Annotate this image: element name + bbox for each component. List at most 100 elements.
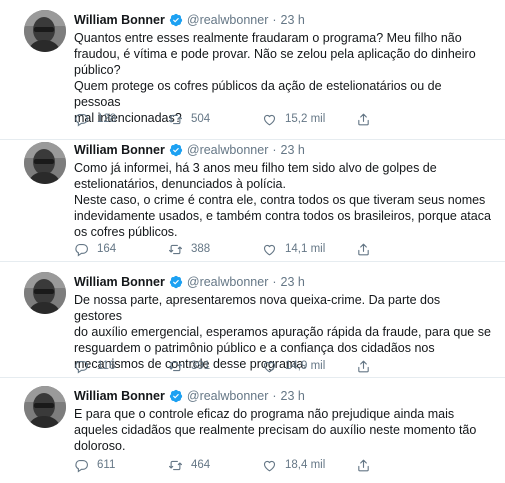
like-count: 14,1 mil — [285, 243, 326, 255]
reply-count: 611 — [97, 459, 116, 471]
tweet[interactable]: William Bonner @realwbonner · 23 h Como já i… — [0, 140, 505, 262]
tweet[interactable]: William Bonner @realwbonner · 23 h De nossa … — [0, 262, 505, 378]
heart-icon — [262, 458, 285, 473]
tweet-text-line: Quantos entre esses realmente fraudaram … — [74, 31, 462, 45]
separator-dot: · — [272, 275, 277, 289]
share-button[interactable] — [356, 242, 376, 257]
verified-badge-icon — [169, 389, 183, 403]
author-handle[interactable]: @realwbonner — [187, 143, 268, 157]
reply-icon — [74, 359, 97, 374]
tweet-header: William Bonner @realwbonner · 23 h — [74, 386, 491, 406]
heart-icon — [262, 112, 285, 127]
reply-icon — [74, 458, 97, 473]
retweet-button[interactable]: 504 — [168, 112, 262, 127]
heart-icon — [262, 242, 285, 257]
retweet-button[interactable]: 464 — [168, 458, 262, 473]
retweet-icon — [168, 458, 191, 473]
retweet-count: 504 — [191, 113, 211, 125]
tweet-header: William Bonner @realwbonner · 23 h — [74, 272, 491, 292]
avatar[interactable] — [24, 272, 66, 314]
retweet-button[interactable]: 388 — [168, 242, 262, 257]
tweet-text-line: Neste caso, o crime é contra ele, contra… — [74, 193, 486, 207]
retweet-button[interactable]: 391 — [168, 359, 262, 374]
retweet-icon — [168, 359, 191, 374]
tweet[interactable]: William Bonner @realwbonner · 23 h E para qu… — [0, 378, 505, 483]
timestamp[interactable]: 23 h — [281, 275, 305, 289]
share-button[interactable] — [356, 359, 376, 374]
tweet-actions: 164 388 14,1 mil — [74, 240, 376, 258]
reply-count: 116 — [97, 360, 116, 372]
tweet-text-line: doloroso. — [74, 439, 126, 453]
like-button[interactable]: 14,9 mil — [262, 359, 356, 374]
tweet-text-line: Como já informei, há 3 anos meu filho te… — [74, 161, 437, 175]
tweet-text-line: do auxílio emergencial, esperamos apuraç… — [74, 325, 491, 339]
reply-button[interactable]: 164 — [74, 242, 168, 257]
avatar[interactable] — [24, 10, 66, 52]
verified-badge-icon — [169, 143, 183, 157]
share-button[interactable] — [356, 112, 376, 127]
avatar[interactable] — [24, 386, 66, 428]
tweet-text: Como já informei, há 3 anos meu filho te… — [74, 160, 491, 240]
reply-button[interactable]: 128 — [74, 112, 168, 127]
author-name[interactable]: William Bonner — [74, 143, 165, 157]
like-button[interactable]: 14,1 mil — [262, 242, 356, 257]
like-count: 14,9 mil — [285, 360, 326, 372]
tweet-thread: William Bonner @realwbonner · 23 h Quantos e… — [0, 0, 505, 483]
avatar[interactable] — [24, 142, 66, 184]
tweet-text-line: fraudou, é vítima e pode provar. Não se … — [74, 47, 476, 61]
reply-icon — [74, 242, 97, 257]
separator-dot: · — [272, 143, 277, 157]
tweet-header: William Bonner @realwbonner · 23 h — [74, 140, 491, 160]
retweet-count: 388 — [191, 243, 211, 255]
verified-badge-icon — [169, 275, 183, 289]
author-name[interactable]: William Bonner — [74, 275, 165, 289]
tweet-actions: 611 464 18,4 mil — [74, 456, 376, 474]
share-icon — [356, 112, 379, 127]
author-name[interactable]: William Bonner — [74, 389, 165, 403]
retweet-count: 391 — [191, 360, 211, 372]
tweet-content: William Bonner @realwbonner · 23 h Quantos e… — [74, 10, 491, 126]
tweet-text-line: resguardem o patrimônio público e a conf… — [74, 341, 435, 355]
heart-icon — [262, 359, 285, 374]
share-icon — [356, 359, 379, 374]
tweet-actions: 128 504 15,2 mil — [74, 110, 376, 128]
timestamp[interactable]: 23 h — [281, 389, 305, 403]
tweet-text-line: público? — [74, 63, 121, 77]
separator-dot: · — [272, 13, 277, 27]
reply-count: 128 — [97, 113, 117, 125]
separator-dot: · — [272, 389, 277, 403]
reply-icon — [74, 112, 97, 127]
author-handle[interactable]: @realwbonner — [187, 275, 268, 289]
tweet-content: William Bonner @realwbonner · 23 h Como já i… — [74, 140, 491, 240]
tweet-text: E para que o controle eficaz do programa… — [74, 406, 491, 454]
verified-badge-icon — [169, 13, 183, 27]
author-name[interactable]: William Bonner — [74, 13, 165, 27]
share-icon — [356, 242, 379, 257]
author-handle[interactable]: @realwbonner — [187, 389, 268, 403]
timestamp[interactable]: 23 h — [281, 143, 305, 157]
tweet-text-line: os cofres públicos. — [74, 225, 178, 239]
tweet-text-line: De nossa parte, apresentaremos nova quei… — [74, 293, 441, 323]
tweet-content: William Bonner @realwbonner · 23 h E para qu… — [74, 386, 491, 454]
like-count: 15,2 mil — [285, 113, 326, 125]
retweet-icon — [168, 242, 191, 257]
reply-button[interactable]: 116 — [74, 359, 168, 374]
like-count: 18,4 mil — [285, 459, 326, 471]
share-button[interactable] — [356, 458, 376, 473]
retweet-icon — [168, 112, 191, 127]
timestamp[interactable]: 23 h — [281, 13, 305, 27]
tweet-text-line: indevidamente usados, e também contra to… — [74, 209, 491, 223]
share-icon — [356, 458, 379, 473]
tweet[interactable]: William Bonner @realwbonner · 23 h Quantos e… — [0, 0, 505, 140]
like-button[interactable]: 15,2 mil — [262, 112, 356, 127]
like-button[interactable]: 18,4 mil — [262, 458, 356, 473]
author-handle[interactable]: @realwbonner — [187, 13, 268, 27]
retweet-count: 464 — [191, 459, 211, 471]
tweet-actions: 116 391 14,9 mil — [74, 357, 376, 375]
tweet-text-line: Quem protege os cofres públicos da ação … — [74, 79, 442, 109]
reply-button[interactable]: 611 — [74, 458, 168, 473]
tweet-text-line: aqueles cidadãos que realmente precisam … — [74, 423, 477, 437]
reply-count: 164 — [97, 243, 117, 255]
tweet-text-line: estelionatários, denunciados à polícia. — [74, 177, 286, 191]
tweet-text-line: E para que o controle eficaz do programa… — [74, 407, 455, 421]
